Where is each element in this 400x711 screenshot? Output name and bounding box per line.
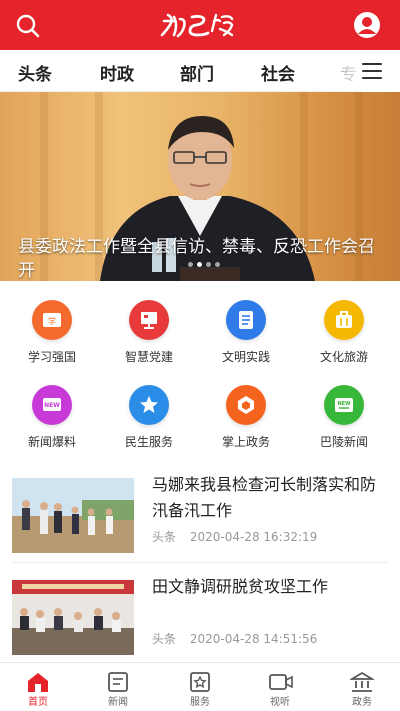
service-label: 文明实践 <box>221 350 270 364</box>
tabs-menu-button[interactable] <box>362 63 382 79</box>
menu-icon <box>362 63 382 65</box>
tab-politics[interactable]: 时政 <box>100 60 134 85</box>
service-label: 巴陵新闻 <box>319 435 368 449</box>
document-icon <box>226 300 266 340</box>
service-livelihood[interactable]: 民生服务 <box>105 375 195 449</box>
nav-label: 政务 <box>352 697 372 708</box>
logo-calligraphy <box>160 13 234 38</box>
news-title: 马娜来我县检查河长制落实和防汛备汛工作 <box>152 475 377 520</box>
news-source: 头条 <box>152 530 177 544</box>
service-study[interactable]: 学 学习强国 <box>8 290 98 364</box>
news-banner[interactable]: 县委政法工作暨全县信访、禁毒、反恐工作会召开 <box>0 92 400 281</box>
news-icon: NEW <box>324 385 364 425</box>
service-news-tips[interactable]: NEW 新闻爆料 <box>8 375 98 449</box>
bottom-navigation: 首页 新闻 服务 视听 政务 <box>0 662 400 711</box>
news-thumbnail <box>12 478 134 553</box>
banner-caption: 县委政法工作暨全县信访、禁毒、反恐工作会召开 <box>18 237 375 281</box>
pagination-dot-active[interactable] <box>197 262 202 267</box>
nav-label: 新闻 <box>108 697 128 708</box>
user-icon <box>354 12 380 38</box>
service-tourism[interactable]: 文化旅游 <box>300 290 390 364</box>
category-tabs: 头条 时政 部门 社会 专 <box>0 50 400 92</box>
user-profile-button[interactable] <box>352 10 382 40</box>
tab-society[interactable]: 社会 <box>261 60 295 85</box>
news-meta: 头条 2020-04-28 14:51:56 <box>152 630 317 647</box>
service-label: 智慧党建 <box>124 350 173 364</box>
nav-home[interactable]: 首页 <box>8 669 68 709</box>
service-baling-news[interactable]: NEW 巴陵新闻 <box>300 375 390 449</box>
service-gov-affairs[interactable]: 掌上政务 <box>202 375 292 449</box>
government-icon <box>350 671 374 692</box>
nav-video[interactable]: 视听 <box>250 669 310 709</box>
home-icon <box>28 673 48 692</box>
nav-service[interactable]: 服务 <box>170 669 230 709</box>
search-icon <box>16 14 40 38</box>
banner-pagination <box>188 262 228 268</box>
nav-label: 首页 <box>28 697 48 708</box>
news-time: 2020-04-28 16:32:19 <box>189 530 318 544</box>
news-meta: 头条 2020-04-28 16:32:19 <box>152 528 317 545</box>
service-icon <box>190 672 210 692</box>
app-logo <box>150 7 250 43</box>
study-icon: 学 <box>32 300 72 340</box>
pagination-dot[interactable] <box>188 262 193 267</box>
party-building-icon <box>129 300 169 340</box>
service-label: 文化旅游 <box>319 350 368 364</box>
news-item[interactable]: 田文静调研脱贫攻坚工作 头条 2020-04-28 14:51:56 <box>0 570 400 668</box>
service-party-building[interactable]: 智慧党建 <box>105 290 195 364</box>
news-thumbnail <box>12 580 134 655</box>
svg-text:NEW: NEW <box>337 401 351 407</box>
nav-news[interactable]: 新闻 <box>88 669 148 709</box>
news-time: 2020-04-28 14:51:56 <box>189 632 318 646</box>
nav-government[interactable]: 政务 <box>332 669 392 709</box>
svg-text:学: 学 <box>48 316 56 326</box>
service-label: 新闻爆料 <box>27 435 76 449</box>
tab-headlines[interactable]: 头条 <box>18 60 52 85</box>
news-title: 田文静调研脱贫攻坚工作 <box>152 577 329 596</box>
service-civilization[interactable]: 文明实践 <box>202 290 292 364</box>
news-item[interactable]: 马娜来我县检查河长制落实和防汛备汛工作 头条 2020-04-28 16:32:… <box>0 468 400 566</box>
service-label: 掌上政务 <box>221 435 270 449</box>
luggage-icon <box>324 300 364 340</box>
svg-text:NEW: NEW <box>44 402 60 409</box>
pagination-dot[interactable] <box>206 262 211 267</box>
star-icon <box>129 385 169 425</box>
government-icon <box>226 385 266 425</box>
news-source: 头条 <box>152 632 177 646</box>
video-icon <box>269 674 293 690</box>
app-header <box>0 0 400 50</box>
service-label: 民生服务 <box>124 435 173 449</box>
pagination-dot[interactable] <box>215 262 220 267</box>
service-grid: 学 学习强国 智慧党建 文明实践 文化旅游 NEW 新闻爆料 民生服务 掌上政务… <box>0 290 400 450</box>
tab-departments[interactable]: 部门 <box>180 60 214 85</box>
nav-label: 视听 <box>270 697 290 708</box>
nav-label: 服务 <box>190 697 210 708</box>
new-message-icon: NEW <box>32 385 72 425</box>
news-icon <box>108 672 128 692</box>
search-button[interactable] <box>14 12 42 40</box>
service-label: 学习强国 <box>27 350 76 364</box>
news-divider <box>12 562 388 563</box>
